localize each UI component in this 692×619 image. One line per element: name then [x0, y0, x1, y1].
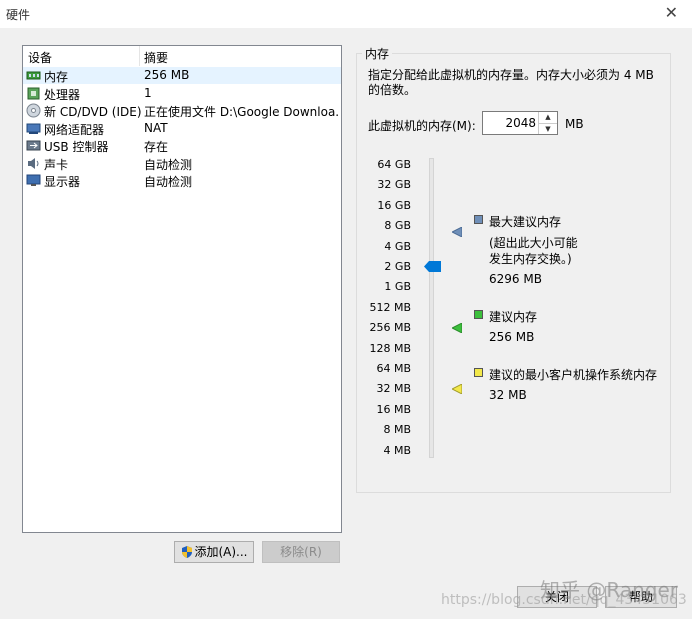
speaker-icon — [26, 156, 41, 171]
device-summary: 存在 — [144, 140, 169, 154]
max-recommended-swatch — [474, 215, 483, 224]
device-name: USB 控制器 — [44, 140, 109, 154]
memory-group-title: 内存 — [362, 45, 393, 62]
memory-slider-track[interactable] — [429, 158, 434, 458]
watermark-url: https://blog.csdn.net/qq_43451063 — [441, 592, 687, 608]
device-list-header: 设备 摘要 — [23, 46, 341, 66]
scale-tick-label: 8 GB — [384, 219, 411, 233]
scale-tick-label: 4 MB — [383, 443, 411, 457]
spin-down-icon[interactable]: ▼ — [539, 123, 557, 135]
memory-description: 指定分配给此虚拟机的内存量。内存大小必须为 4 MB 的倍数。 — [368, 68, 654, 97]
min-guest-label: 建议的最小客户机操作系统内存 — [489, 368, 658, 382]
network-icon — [26, 121, 41, 136]
device-row[interactable]: 处理器 1 — [23, 85, 341, 102]
scale-tick-label: 4 GB — [384, 239, 411, 253]
device-name: 网络适配器 — [44, 122, 105, 137]
min-guest-marker-icon — [452, 384, 462, 394]
spin-buttons: ▲ ▼ — [538, 112, 557, 134]
device-summary: 256 MB — [144, 68, 190, 82]
scale-tick-label: 16 GB — [377, 198, 411, 212]
device-summary: 正在使用文件 D:\Google Downloa... — [144, 105, 338, 119]
device-name: 新 CD/DVD (IDE) — [44, 105, 142, 119]
device-row[interactable]: 网络适配器 NAT — [23, 120, 341, 137]
recommended-label: 建议内存 — [489, 310, 538, 324]
add-button[interactable]: 添加(A)... — [174, 541, 254, 563]
recommended-value: 256 MB — [489, 330, 535, 344]
column-header-summary[interactable]: 摘要 — [144, 49, 168, 66]
scale-tick-label: 512 MB — [369, 300, 411, 314]
memory-unit: MB — [565, 117, 584, 131]
device-summary: NAT — [144, 120, 168, 135]
memory-value[interactable]: 2048 — [505, 116, 536, 130]
column-divider[interactable] — [139, 46, 140, 66]
scale-tick-label: 64 GB — [377, 158, 411, 171]
max-recommended-value: 6296 MB — [489, 272, 542, 286]
device-name: 声卡 — [44, 157, 69, 172]
title-bar: 硬件 ✕ — [0, 0, 692, 28]
spin-up-icon[interactable]: ▲ — [539, 112, 557, 123]
scale-tick-label: 32 MB — [376, 382, 411, 396]
max-recommended-marker-icon — [452, 227, 462, 237]
recommended-marker-icon — [452, 323, 462, 333]
uac-shield-icon — [182, 546, 192, 558]
scale-tick-label: 128 MB — [369, 341, 411, 355]
usb-icon — [26, 138, 41, 153]
memory-field-label: 此虚拟机的内存(M): — [368, 119, 476, 133]
device-list[interactable]: 设备 摘要 内存 256 MB 处理器 1 新 CD/DVD (IDE) 正在使用文件 D… — [22, 45, 342, 533]
window-title: 硬件 — [6, 8, 31, 22]
device-row[interactable]: 内存 256 MB — [23, 67, 341, 84]
cd-dvd-icon — [26, 103, 41, 118]
device-row[interactable]: USB 控制器 存在 — [23, 137, 341, 154]
scale-tick-label: 1 GB — [384, 280, 411, 294]
max-recommended-note-1: (超出此大小可能 — [489, 236, 578, 250]
min-guest-swatch — [474, 368, 483, 377]
device-summary: 自动检测 — [144, 157, 193, 172]
device-row[interactable]: 显示器 自动检测 — [23, 172, 341, 189]
device-summary: 1 — [144, 85, 152, 100]
device-name: 处理器 — [44, 87, 81, 102]
remove-button[interactable]: 移除(R) — [262, 541, 340, 563]
recommended-swatch — [474, 310, 483, 319]
device-name: 显示器 — [44, 175, 81, 189]
scale-tick-label: 2 GB — [384, 260, 411, 273]
scale-tick-label: 256 MB — [369, 321, 411, 335]
device-summary: 自动检测 — [144, 175, 193, 189]
max-recommended-label: 最大建议内存 — [489, 215, 562, 229]
device-row[interactable]: 声卡 自动检测 — [23, 155, 341, 172]
scale-tick-label: 64 MB — [376, 362, 411, 375]
device-row[interactable]: 新 CD/DVD (IDE) 正在使用文件 D:\Google Downloa..… — [23, 102, 341, 119]
memory-icon — [26, 68, 41, 83]
max-recommended-note-2: 发生内存交换。) — [489, 252, 572, 266]
column-header-device[interactable]: 设备 — [28, 49, 52, 66]
scale-tick-label: 8 MB — [383, 423, 411, 437]
cpu-icon — [26, 86, 41, 101]
monitor-icon — [26, 173, 41, 188]
memory-slider-thumb[interactable] — [424, 261, 441, 272]
memory-spinbox[interactable]: 2048 ▲ ▼ — [482, 111, 558, 135]
close-icon[interactable]: ✕ — [665, 3, 678, 22]
scale-tick-label: 16 MB — [376, 402, 411, 416]
scale-tick-label: 32 GB — [377, 178, 411, 192]
device-name: 内存 — [44, 70, 69, 84]
min-guest-value: 32 MB — [489, 388, 527, 402]
